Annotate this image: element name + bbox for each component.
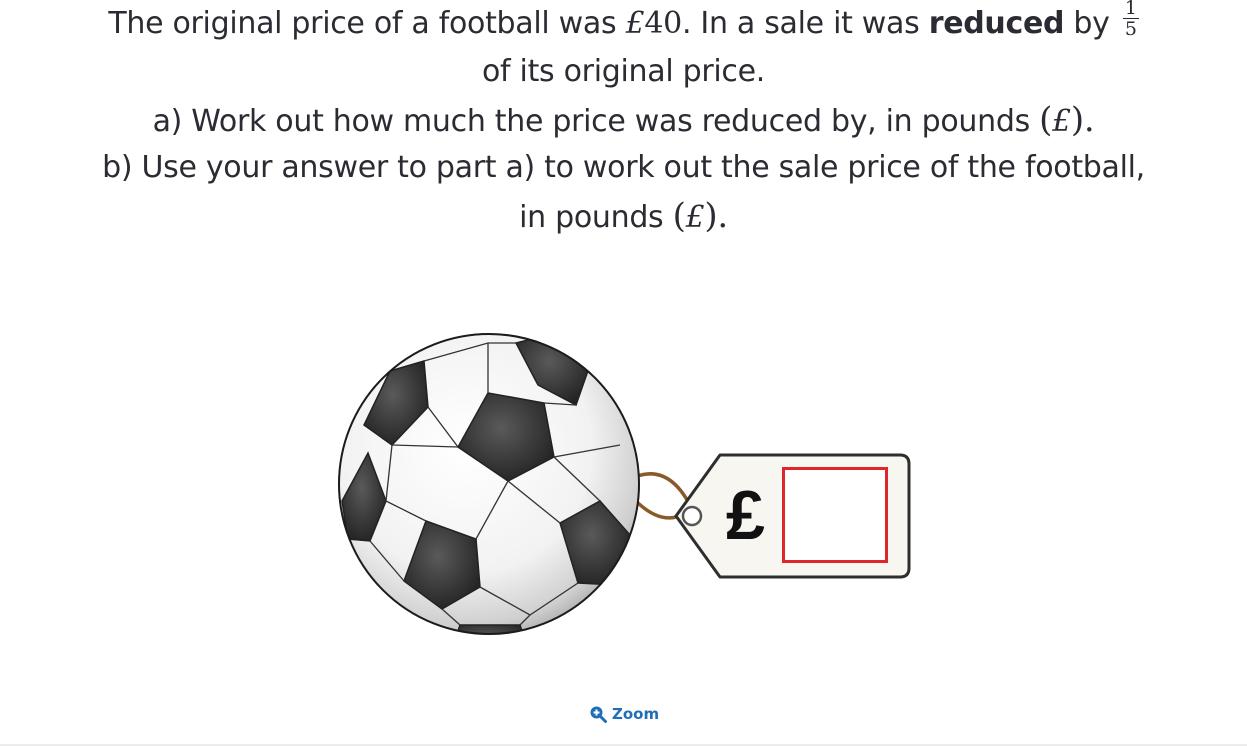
part-a-line: a) Work out how much the price was reduc… — [0, 96, 1247, 144]
part-b-pound-symbol: £ — [685, 200, 705, 235]
football-image — [338, 333, 640, 635]
part-a-pound-symbol: £ — [1052, 104, 1071, 139]
part-a-open-paren: ( — [1039, 100, 1053, 140]
question-text: The original price of a football was £40… — [0, 0, 1247, 240]
zoom-in-icon — [590, 706, 607, 723]
zoom-button[interactable]: Zoom — [589, 705, 659, 723]
original-price-value: 40 — [644, 6, 682, 41]
reduction-fraction: 1 5 — [1122, 0, 1139, 40]
question-intro-text: The original price of a football was — [108, 6, 626, 41]
fraction-denominator: 5 — [1124, 18, 1137, 40]
football-price-tag-figure: £ — [330, 325, 920, 645]
reduced-emphasis: reduced — [928, 6, 1065, 41]
fraction-numerator: 1 — [1122, 0, 1139, 19]
part-b-close: ). — [704, 196, 728, 236]
question-line-2: of its original price. — [482, 54, 765, 89]
part-b-text: in pounds — [519, 200, 673, 235]
part-a-close: ). — [1070, 100, 1095, 140]
question-by-text: by — [1064, 6, 1110, 41]
part-a-text: a) Work out how much the price was reduc… — [152, 104, 1040, 139]
bottom-divider — [0, 744, 1247, 746]
question-line-1: The original price of a football was £40… — [0, 0, 1247, 48]
answer-box[interactable] — [782, 467, 888, 563]
original-price-symbol: £ — [625, 6, 645, 41]
question-sale-text: . In a sale it was — [681, 6, 929, 41]
tag-pound-symbol: £ — [726, 476, 765, 554]
zoom-label: Zoom — [612, 705, 660, 723]
part-b-open-paren: ( — [672, 196, 686, 236]
part-b-line: b) Use your answer to part a) to work ou… — [102, 150, 1145, 185]
part-b-line-2: in pounds (£). — [0, 192, 1247, 240]
tag-hole — [681, 505, 703, 527]
